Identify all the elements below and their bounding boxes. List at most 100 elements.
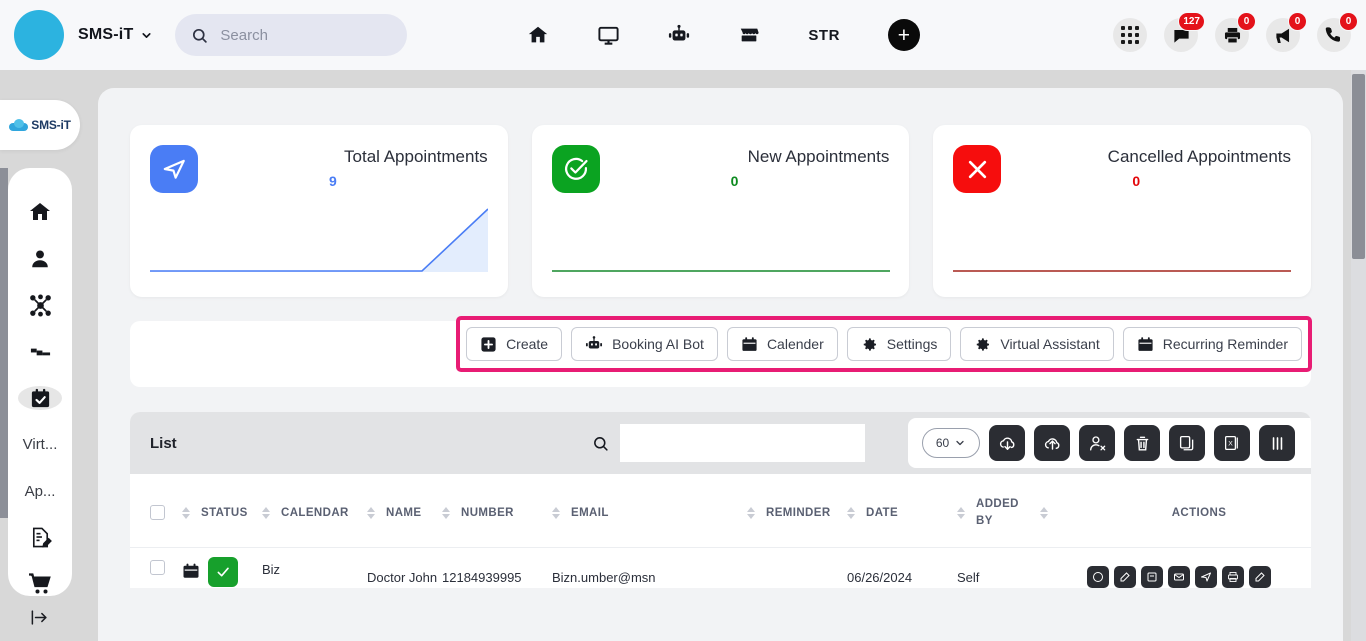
calender-button[interactable]: Calender [726,327,838,361]
sidebar-logo[interactable]: SMS-iT [0,100,80,150]
edit-icon[interactable] [1114,566,1136,589]
phone-badge: 0 [1339,12,1358,31]
import-cloud-button[interactable] [989,425,1025,461]
sidebar-item-pipeline[interactable] [18,340,62,364]
column-reminder-label: REMINDER [766,506,831,519]
sidebar-item-forms[interactable] [18,526,62,550]
nav-str[interactable]: STR [808,27,840,44]
card-value: 9 [329,173,337,189]
nav-home[interactable] [527,24,549,46]
row-select-cell[interactable] [130,548,182,589]
chevron-down-icon[interactable] [140,29,153,42]
phone-icon[interactable]: 0 [1317,12,1358,52]
cloud-logo-icon [9,118,29,132]
sort-icon[interactable] [262,506,270,519]
stat-cards: Total Appointments 9 New Appointments 0 … [98,88,1343,297]
settings-button[interactable]: Settings [846,327,952,361]
nav-monitor[interactable] [597,24,620,47]
send-icon[interactable] [1195,566,1217,589]
list-search-input[interactable] [620,424,865,462]
row-actions-cell [1087,548,1311,589]
sort-icon[interactable] [552,506,560,519]
create-button[interactable]: Create [466,327,563,361]
list-search[interactable] [580,424,865,462]
delete-button[interactable] [1124,425,1160,461]
row-checkbox[interactable] [150,560,165,576]
column-number[interactable]: NUMBER [442,474,552,548]
nav-store[interactable] [738,24,760,46]
card-title: New Appointments [747,147,890,166]
page-scrollbar-thumb[interactable] [1352,74,1365,259]
select-all-checkbox[interactable] [150,505,165,521]
select-all-header[interactable] [130,474,182,548]
export-cloud-button[interactable] [1034,425,1070,461]
sidebar-item-store[interactable] [18,572,62,596]
table-header: STATUS CALENDAR NAME NUMBER EMAIL REMIND… [130,474,1311,548]
sidebar-item-appointments[interactable] [18,386,62,410]
virtual-assistant-button[interactable]: Virtual Assistant [960,327,1114,361]
sort-icon[interactable] [957,506,965,519]
card-title: Total Appointments [344,147,488,166]
column-email[interactable]: EMAIL [552,474,747,548]
sort-icon[interactable] [1040,506,1048,519]
sort-icon[interactable] [747,506,755,519]
notes-icon[interactable] [1141,566,1163,589]
sort-icon[interactable] [182,506,190,519]
column-reminder[interactable]: REMINDER [747,474,847,548]
sidebar-scrollbar[interactable] [0,168,8,518]
recurring-reminder-label: Recurring Reminder [1162,336,1288,352]
sidebar-logo-text: SMS-iT [31,118,71,132]
row-added-by-cell: Self [957,570,980,586]
chat-icon[interactable]: 127 [1164,12,1205,52]
column-added-by[interactable]: ADDED BY [957,474,1087,548]
global-search[interactable] [175,14,408,56]
unassign-user-button[interactable] [1079,425,1115,461]
sort-icon[interactable] [367,506,375,519]
printer-icon[interactable]: 0 [1215,12,1256,52]
column-email-label: EMAIL [571,506,609,519]
printer-badge: 0 [1237,12,1256,31]
mail-icon[interactable] [1168,566,1190,589]
sort-icon[interactable] [442,506,450,519]
card-value: 0 [1132,173,1141,189]
recurring-reminder-button[interactable]: Recurring Reminder [1122,327,1302,361]
brand-avatar[interactable] [14,10,64,60]
booking-ai-bot-button[interactable]: Booking AI Bot [571,327,718,361]
sidebar-item-home[interactable] [18,200,62,224]
columns-button[interactable] [1259,425,1295,461]
excel-export-button[interactable]: X [1214,425,1250,461]
add-button[interactable]: + [887,19,920,51]
check-icon[interactable] [1249,566,1271,589]
card-new-appointments[interactable]: New Appointments 0 [531,125,910,297]
column-name[interactable]: NAME [367,474,442,548]
print-icon[interactable] [1222,566,1244,589]
column-status[interactable]: STATUS [182,474,262,548]
sidebar-item-virtual[interactable]: Virt... [18,433,62,457]
duplicate-button[interactable] [1169,425,1205,461]
table-body: Biz Doctor John 12184939995 Bizn.umber@m… [130,547,1311,589]
apps-grid-icon[interactable] [1113,18,1147,52]
column-status-label: STATUS [201,506,248,519]
column-calendar[interactable]: CALENDAR [262,474,367,548]
table-row[interactable]: Biz Doctor John 12184939995 Bizn.umber@m… [130,547,1311,589]
card-cancelled-appointments[interactable]: Cancelled Appointments 0 [933,125,1312,297]
sidebar-collapse-button[interactable] [30,608,49,632]
nav-robot[interactable] [668,24,690,46]
megaphone-icon[interactable]: 0 [1266,12,1307,52]
sort-icon[interactable] [847,506,855,519]
row-reminder-cell [747,548,847,589]
brand-name: SMS-iT [78,26,134,43]
view-icon[interactable] [1087,566,1109,589]
calendar-icon [182,562,200,583]
sidebar-item-network[interactable] [18,293,62,317]
plus-square-icon [480,336,497,353]
gear-icon [861,336,878,353]
card-total-appointments[interactable]: Total Appointments 9 [130,125,508,297]
nav-str-label: STR [808,26,840,44]
sidebar-item-contacts[interactable] [18,247,62,271]
search-input[interactable] [220,26,381,44]
sidebar-item-apps[interactable]: Ap... [18,479,62,503]
page-size-select[interactable]: 60 [922,428,980,458]
column-date[interactable]: DATE [847,474,957,548]
create-button-label: Create [506,336,549,352]
